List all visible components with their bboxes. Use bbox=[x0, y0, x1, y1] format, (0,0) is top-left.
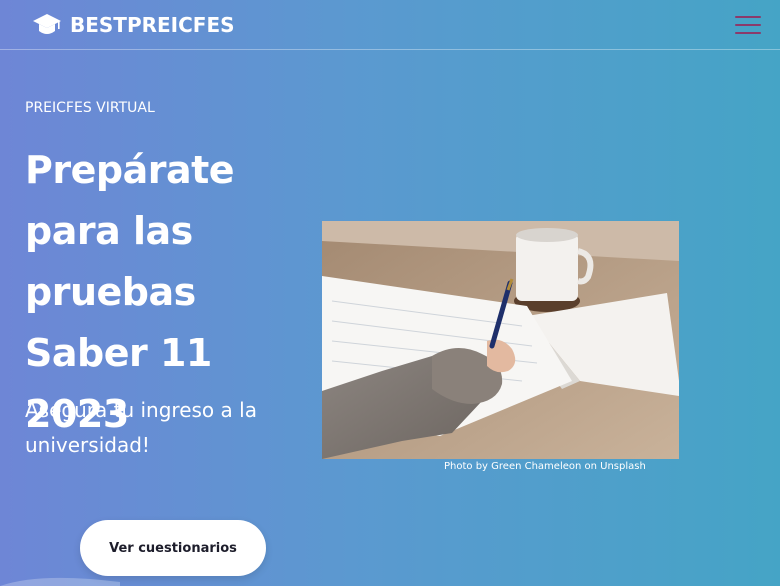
menu-bar bbox=[735, 24, 761, 26]
ver-cuestionarios-button[interactable]: Ver cuestionarios bbox=[80, 520, 266, 576]
graduation-cap-icon bbox=[33, 14, 61, 34]
hero-title-line: Prepárate bbox=[25, 148, 235, 192]
hero-photo bbox=[322, 221, 679, 459]
decorative-wave bbox=[0, 577, 120, 586]
hero-subtitle: Asegura tu ingreso a la universidad! bbox=[25, 398, 257, 457]
hamburger-menu-icon[interactable] bbox=[734, 14, 762, 36]
hero-eyebrow: PREICFES VIRTUAL bbox=[25, 100, 155, 116]
menu-bar bbox=[735, 16, 761, 18]
brand-name: BESTPREICFES bbox=[70, 13, 235, 37]
brand-link[interactable]: BESTPREICFES bbox=[32, 11, 235, 39]
navbar: BESTPREICFES bbox=[0, 0, 780, 50]
photo-credit: Photo by Green Chameleon on Unsplash bbox=[444, 461, 646, 472]
hero-title-line: pruebas bbox=[25, 270, 196, 314]
hero-title-line: para las bbox=[25, 209, 193, 253]
menu-bar bbox=[735, 32, 761, 34]
